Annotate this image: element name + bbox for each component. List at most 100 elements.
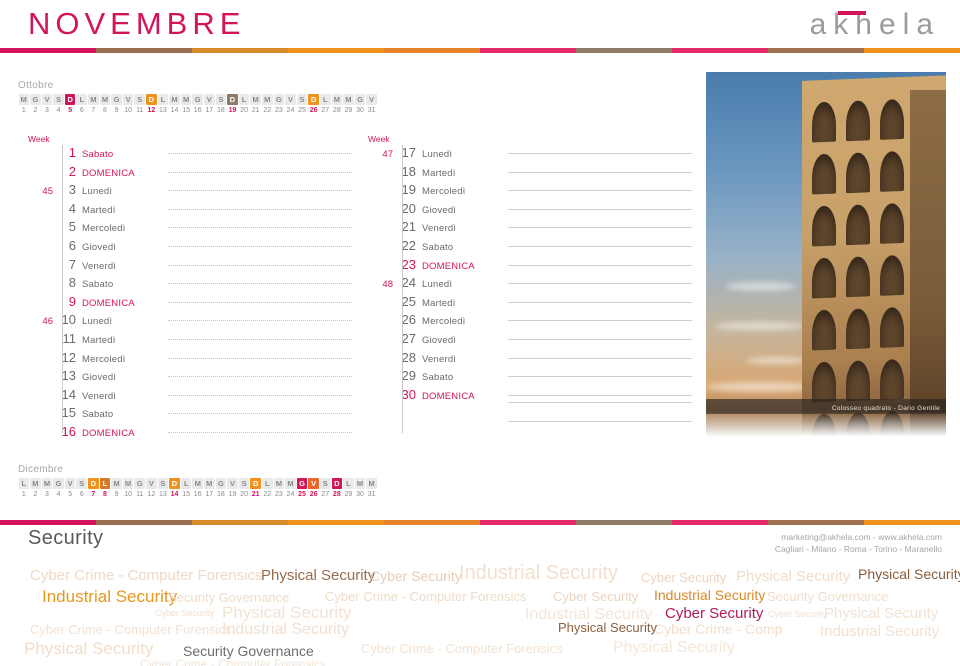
mini-cell: S bbox=[319, 478, 331, 489]
note-line[interactable] bbox=[508, 402, 692, 404]
mini-cell: M bbox=[99, 94, 111, 105]
note-line[interactable] bbox=[508, 208, 692, 210]
day-row[interactable]: 11 Martedì bbox=[12, 331, 352, 350]
note-line[interactable] bbox=[168, 264, 352, 266]
next-month-label: Dicembre bbox=[18, 464, 64, 475]
note-line[interactable] bbox=[508, 245, 692, 247]
note-line[interactable] bbox=[508, 264, 692, 266]
mini-cell: D bbox=[250, 478, 262, 489]
note-line[interactable] bbox=[168, 431, 352, 433]
mini-cell: M bbox=[366, 478, 378, 489]
day-row[interactable]: 5 Mercoledì bbox=[12, 219, 352, 238]
day-row[interactable]: 12 Mercoledì bbox=[12, 350, 352, 369]
day-row[interactable]: 6 Giovedì bbox=[12, 238, 352, 257]
mini-cell: S bbox=[157, 478, 169, 489]
day-row[interactable]: 8 Sabato bbox=[12, 275, 352, 294]
note-line[interactable] bbox=[168, 190, 352, 192]
note-line[interactable] bbox=[168, 376, 352, 378]
day-row[interactable]: 9 DOMENICA bbox=[12, 294, 352, 313]
mini-dow-cell: D bbox=[64, 94, 76, 105]
day-row[interactable]: 13 Giovedì bbox=[12, 368, 352, 387]
note-line[interactable] bbox=[168, 357, 352, 359]
note-line[interactable] bbox=[508, 394, 692, 396]
mini-cell: M bbox=[273, 478, 285, 489]
day-row[interactable]: 20 Giovedì bbox=[352, 201, 692, 220]
day-number: 7 bbox=[68, 256, 76, 272]
word-cloud-term: Security Governance bbox=[767, 589, 889, 604]
mini-day-number: 6 bbox=[79, 491, 84, 498]
note-line[interactable] bbox=[168, 338, 352, 340]
day-row[interactable]: 25 Martedì bbox=[352, 294, 692, 313]
day-row[interactable]: 18 Martedì bbox=[352, 164, 692, 183]
stripe-segment bbox=[768, 520, 864, 525]
day-number: 26 bbox=[401, 312, 416, 328]
mini-dow-cell: S bbox=[134, 94, 146, 105]
mini-cell: S bbox=[76, 478, 88, 489]
day-row[interactable]: 16 DOMENICA bbox=[12, 424, 352, 443]
mini-cell: 26 bbox=[308, 489, 320, 500]
note-line[interactable] bbox=[168, 320, 352, 322]
note-line[interactable] bbox=[168, 227, 352, 229]
mini-cell: G bbox=[30, 94, 42, 105]
mini-day-number: 6 bbox=[79, 107, 84, 114]
day-name: Mercoledì bbox=[82, 353, 126, 365]
contact-email-line[interactable]: marketing@akhela.com - www.akhela.com bbox=[775, 531, 942, 543]
mini-dow-cell: G bbox=[273, 94, 285, 105]
mini-dow-cell: V bbox=[41, 94, 53, 105]
day-row[interactable]: 29 Sabato bbox=[352, 368, 692, 387]
day-row[interactable]: 15 Sabato bbox=[12, 405, 352, 424]
day-number: 27 bbox=[401, 330, 416, 346]
logo-text: akhela bbox=[809, 8, 940, 41]
note-line[interactable] bbox=[508, 357, 692, 359]
day-number: 24 bbox=[401, 275, 416, 291]
day-row[interactable]: 1 Sabato bbox=[12, 145, 352, 164]
day-row[interactable]: 45 3 Lunedì bbox=[12, 182, 352, 201]
day-row[interactable]: 7 Venerdì bbox=[12, 257, 352, 276]
mini-dow-cell: S bbox=[76, 478, 88, 489]
word-cloud-term: Cyber Crime - Computer Forensics bbox=[30, 622, 232, 637]
day-row[interactable]: 22 Sabato bbox=[352, 238, 692, 257]
mini-dow-cell: V bbox=[366, 94, 377, 105]
mini-dow-cell: S bbox=[296, 94, 308, 105]
note-line[interactable] bbox=[508, 171, 692, 173]
note-line[interactable] bbox=[168, 301, 352, 303]
note-line[interactable] bbox=[508, 227, 692, 229]
note-line[interactable] bbox=[508, 301, 692, 303]
note-line[interactable] bbox=[168, 394, 352, 396]
day-row[interactable]: 4 Martedì bbox=[12, 201, 352, 220]
note-line[interactable] bbox=[508, 283, 692, 285]
day-row[interactable]: 27 Giovedì bbox=[352, 331, 692, 350]
note-line[interactable] bbox=[508, 376, 692, 378]
arch-window bbox=[880, 306, 904, 348]
day-row[interactable]: 21 Venerdì bbox=[352, 219, 692, 238]
mini-cell: 5 bbox=[64, 105, 76, 116]
cloud-shape bbox=[746, 357, 806, 364]
note-line[interactable] bbox=[168, 171, 352, 173]
word-cloud-term: Cyber Security bbox=[370, 568, 462, 584]
note-line[interactable] bbox=[168, 283, 352, 285]
note-line[interactable] bbox=[508, 338, 692, 340]
day-row[interactable]: 2 DOMENICA bbox=[12, 164, 352, 183]
prev-month-dow-row: MGVSDLMMGVSDLMMGVSDLMMGVSDLMMGV bbox=[18, 94, 377, 105]
day-row[interactable]: 48 24 Lunedì bbox=[352, 275, 692, 294]
mini-cell: 4 bbox=[53, 105, 65, 116]
mini-dow-cell: M bbox=[111, 478, 122, 489]
note-line[interactable] bbox=[168, 208, 352, 210]
day-row[interactable]: 14 Venerdì bbox=[12, 387, 352, 406]
day-row[interactable]: 19 Mercoledì bbox=[352, 182, 692, 201]
page-header: NOVEMBRE akhela bbox=[0, 0, 960, 62]
day-row[interactable] bbox=[352, 420, 692, 443]
note-line[interactable] bbox=[508, 320, 692, 322]
day-row[interactable]: 26 Mercoledì bbox=[352, 312, 692, 331]
day-row[interactable]: 28 Venerdì bbox=[352, 350, 692, 369]
note-line[interactable] bbox=[508, 153, 692, 154]
mini-cell: V bbox=[41, 94, 53, 105]
note-line[interactable] bbox=[168, 413, 352, 415]
note-line[interactable] bbox=[508, 190, 692, 192]
note-line[interactable] bbox=[508, 420, 692, 422]
note-line[interactable] bbox=[168, 245, 352, 247]
day-row[interactable]: 23 DOMENICA bbox=[352, 257, 692, 276]
day-row[interactable]: 47 17 Lunedì bbox=[352, 145, 692, 164]
day-row[interactable]: 46 10 Lunedì bbox=[12, 312, 352, 331]
note-line[interactable] bbox=[168, 153, 352, 154]
